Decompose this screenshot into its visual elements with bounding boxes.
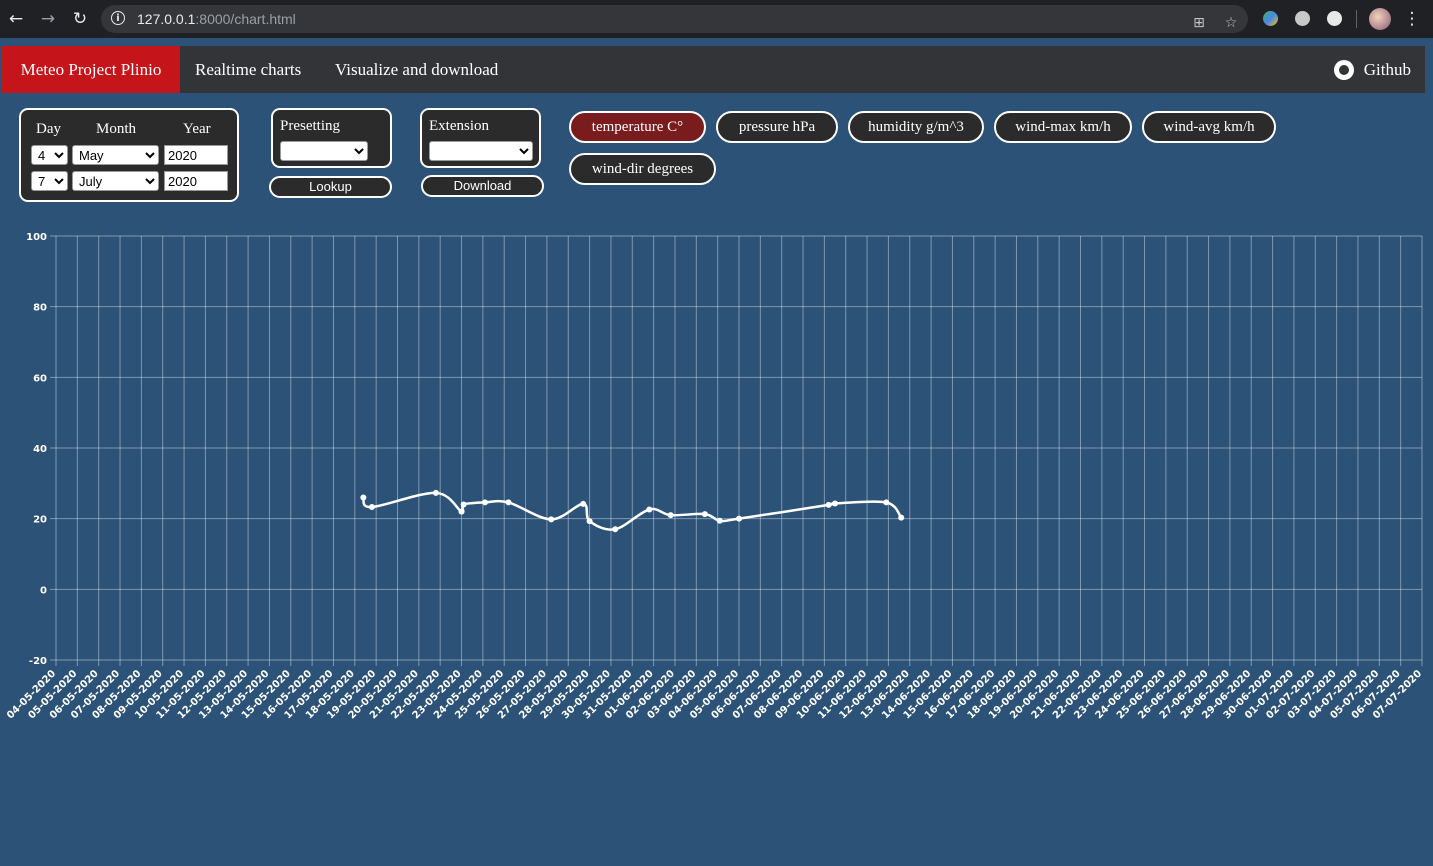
data-point [736,515,742,522]
toggle-wind-avg[interactable]: wind-avg km/h [1142,111,1276,143]
github-link[interactable]: Github [1333,46,1411,93]
reload-icon[interactable]: ↻ [70,9,90,29]
data-point [458,508,465,515]
lookup-button[interactable]: Lookup [269,176,392,198]
data-point [646,506,653,513]
toolbar-divider [1356,10,1357,28]
to-day-select[interactable]: 7 [31,171,68,191]
data-point [701,511,708,518]
extension-icon[interactable] [1295,11,1310,26]
data-point [360,494,367,501]
brand-link[interactable]: Meteo Project Plinio [2,46,180,93]
toggle-temperature[interactable]: temperature C° [569,111,706,143]
toggle-humidity[interactable]: humidity g/m^3 [848,111,984,143]
url-text[interactable]: 127.0.0.1:8000/chart.html [137,10,296,28]
data-point [612,526,619,533]
github-icon [1333,60,1354,80]
data-point [548,516,555,523]
data-point [898,514,905,521]
y-tick-label: 0 [40,585,47,596]
data-point [368,504,375,511]
y-tick-label: 80 [33,303,47,314]
extension-select[interactable] [429,141,533,161]
y-tick-label: 100 [26,232,47,243]
avatar[interactable] [1369,8,1391,30]
extension-label: Extension [429,118,489,134]
forward-icon[interactable]: → [38,9,58,29]
translate-icon[interactable]: ⊞ [1191,15,1207,31]
info-icon[interactable]: i [111,11,125,25]
y-tick-label: 20 [33,515,47,526]
toggle-wind-max[interactable]: wind-max km/h [994,111,1132,143]
data-point [832,500,839,507]
data-point [432,489,439,496]
day-label: Day [36,121,61,137]
extension-icon[interactable] [1263,11,1278,26]
address-bar[interactable]: i 127.0.0.1:8000/chart.html ⊞ ☆ [101,5,1248,33]
from-day-select[interactable]: 4 [31,145,68,165]
nav-realtime-charts[interactable]: Realtime charts [195,46,301,93]
data-point [716,517,723,524]
toggle-wind-dir[interactable]: wind-dir degrees [569,153,716,185]
star-icon[interactable]: ☆ [1223,15,1239,31]
menu-icon[interactable]: ⋮ [1402,9,1422,29]
y-tick-label: 60 [33,373,47,384]
extension-panel: Extension [420,108,541,168]
data-point [825,501,832,508]
y-tick-label: 40 [33,444,47,455]
download-button[interactable]: Download [421,175,544,197]
from-year-input[interactable] [164,145,228,165]
data-point [505,499,512,506]
year-label: Year [183,121,211,137]
extension-icon[interactable] [1327,11,1342,26]
presetting-panel: Presetting [271,108,392,168]
to-year-input[interactable] [164,171,228,191]
from-month-select[interactable]: May [72,145,159,165]
data-point [883,499,890,506]
data-point [482,499,489,506]
month-label: Month [96,121,137,137]
browser-toolbar: ← → ↻ i 127.0.0.1:8000/chart.html ⊞ ☆ ⋮ [0,0,1433,38]
data-point [460,501,467,508]
data-point [580,500,587,507]
presetting-select[interactable] [280,141,368,161]
nav-visualize-download[interactable]: Visualize and download [335,46,498,93]
data-point [667,512,674,519]
top-navbar: Meteo Project Plinio Realtime charts Vis… [2,46,1425,93]
back-icon[interactable]: ← [6,9,26,29]
presetting-label: Presetting [280,118,340,134]
data-point [586,518,593,525]
to-month-select[interactable]: July [72,171,159,191]
toggle-pressure[interactable]: pressure hPa [716,111,838,143]
y-tick-label: -20 [29,656,47,667]
date-range-panel: Day Month Year 4 May 7 July [19,108,239,202]
temperature-chart[interactable]: -2002040608010004-05-202005-05-202006-05… [0,225,1433,745]
